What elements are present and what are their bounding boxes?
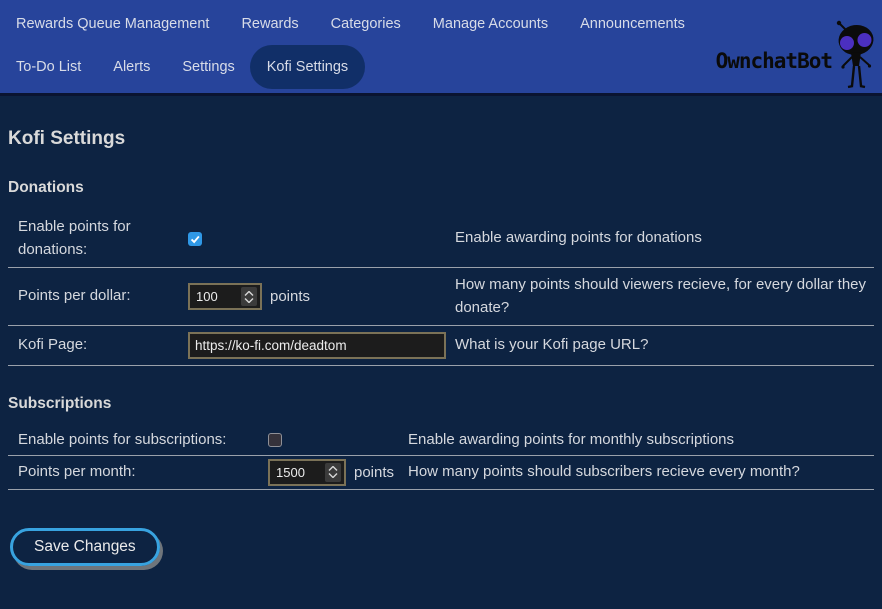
nav-item-categories[interactable]: Categories [331,16,401,32]
nav-item-announcements[interactable]: Announcements [580,16,685,32]
kofi-page-url-input[interactable] [188,332,446,359]
nav-item-kofi-settings[interactable]: Kofi Settings [250,45,365,89]
subscriptions-table: Enable points for subscriptions: Enable … [8,426,874,490]
enable-subscriptions-label: Enable points for subscriptions: [8,429,268,452]
points-unit-label: points [270,288,310,305]
chevron-up-icon [328,466,338,471]
points-per-dollar-label: Points per dollar: [8,285,188,308]
enable-subscriptions-checkbox[interactable] [268,433,282,447]
nav-item-rewards-queue-management[interactable]: Rewards Queue Management [16,16,209,32]
points-unit-label: points [354,464,394,481]
nav-item-settings[interactable]: Settings [182,59,234,75]
nav-item-manage-accounts[interactable]: Manage Accounts [433,16,548,32]
points-per-dollar-input-wrapper [188,283,262,310]
top-navbar: Rewards Queue Management Rewards Categor… [0,0,882,96]
nav-item-to-do-list[interactable]: To-Do List [16,59,81,75]
enable-subscriptions-description: Enable awarding points for monthly subsc… [408,429,874,452]
points-per-dollar-input[interactable] [196,289,241,304]
donations-table: Enable points for donations: Enable awar… [8,210,874,366]
robot-mascot-icon [832,20,878,92]
main-content: Kofi Settings Donations Enable points fo… [0,128,882,566]
points-per-month-label: Points per month: [8,461,268,484]
table-row-enable-donations: Enable points for donations: Enable awar… [8,210,874,268]
points-per-dollar-description: How many points should viewers recieve, … [455,274,874,319]
page-title: Kofi Settings [8,128,874,150]
points-per-month-description: How many points should subscribers recie… [408,461,874,484]
number-stepper[interactable] [241,287,257,306]
points-per-month-input[interactable] [276,465,325,480]
number-stepper[interactable] [325,463,341,482]
chevron-up-icon [244,291,254,296]
table-row-kofi-page: Kofi Page: What is your Kofi page URL? [8,326,874,366]
kofi-page-label: Kofi Page: [8,334,188,357]
enable-donations-description: Enable awarding points for donations [455,227,874,250]
nav-item-rewards[interactable]: Rewards [241,16,298,32]
chevron-down-icon [244,298,254,303]
logo-text: OwnchatBot [716,49,832,73]
nav-item-alerts[interactable]: Alerts [113,59,150,75]
chevron-down-icon [328,473,338,478]
enable-donations-label: Enable points for donations: [8,216,188,261]
ownchatbot-logo: OwnchatBot [692,0,882,96]
enable-donations-checkbox[interactable] [188,232,202,246]
table-row-points-per-month: Points per month: points How many points… [8,456,874,490]
save-changes-button[interactable]: Save Changes [10,528,160,566]
points-per-month-input-wrapper [268,459,346,486]
table-row-points-per-dollar: Points per dollar: points How many point… [8,268,874,326]
checkmark-icon [189,233,201,245]
kofi-page-description: What is your Kofi page URL? [455,334,874,357]
subscriptions-heading: Subscriptions [8,395,874,413]
donations-heading: Donations [8,179,874,197]
table-row-enable-subscriptions: Enable points for subscriptions: Enable … [8,426,874,456]
